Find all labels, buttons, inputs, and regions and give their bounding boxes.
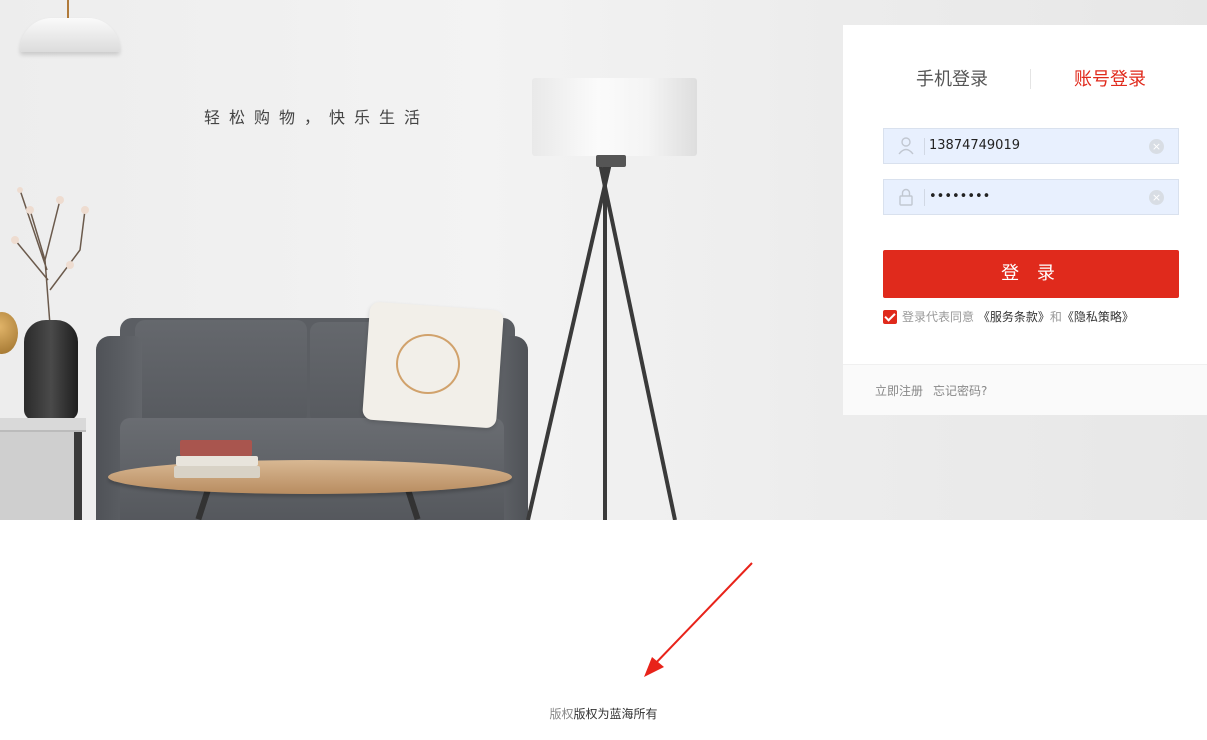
terms-link[interactable]: 《服务条款》 [978,310,1050,324]
agreement-checkbox[interactable] [883,310,897,324]
pendant-lamp-cord [67,0,69,20]
login-button[interactable]: 登 录 [883,250,1179,298]
floor-lamp-neck [596,155,626,167]
register-link[interactable]: 立即注册 [875,382,923,399]
lock-icon [899,188,913,206]
login-tabs: 手机登录 账号登录 [843,65,1207,95]
agreement-prefix: 登录代表同意 [902,310,975,324]
username-field[interactable]: 13874749019 × [883,128,1179,164]
tab-phone-login[interactable]: 手机登录 [916,65,988,91]
field-divider [924,138,925,155]
password-field[interactable]: •••••••• × [883,179,1179,215]
sofa-cushion [135,320,307,424]
tab-divider [1030,69,1031,89]
clear-icon[interactable]: × [1149,139,1164,154]
branch-decoration [11,187,89,326]
forgot-password-link[interactable]: 忘记密码? [933,382,987,399]
side-table [0,432,82,520]
pendant-lamp [20,18,120,52]
copyright-prefix: 版权 [549,707,574,721]
side-table-top [0,418,86,432]
book [176,456,258,466]
floor-lamp-shade [532,78,697,156]
coffee-table [108,460,512,494]
agreement-row: 登录代表同意 《服务条款》和《隐私策略》 [883,308,1134,324]
banner-slogan: 轻松购物，快乐生活 [204,108,430,127]
login-panel-footer: 立即注册 忘记密码? [843,364,1207,415]
floor-lamp-stand [526,162,677,520]
password-value: •••••••• [929,189,991,204]
annotation-arrow [644,562,753,677]
privacy-link[interactable]: 《隐私策略》 [1062,310,1134,324]
pillow-cat-print [396,334,460,394]
book [174,466,260,478]
agreement-conjunction: 和 [1049,310,1062,324]
clear-icon[interactable]: × [1149,190,1164,205]
black-vase [24,320,78,420]
username-value: 13874749019 [929,138,1020,153]
copyright: 版权版权为蓝海所有 [0,705,1207,722]
copyright-text: 版权为蓝海所有 [573,707,658,721]
login-panel: 手机登录 账号登录 13874749019 × •••••••• × 登 录 登… [843,25,1207,415]
field-divider [924,189,925,206]
book [180,440,252,456]
user-icon [898,137,914,155]
tab-account-login[interactable]: 账号登录 [1074,65,1146,91]
